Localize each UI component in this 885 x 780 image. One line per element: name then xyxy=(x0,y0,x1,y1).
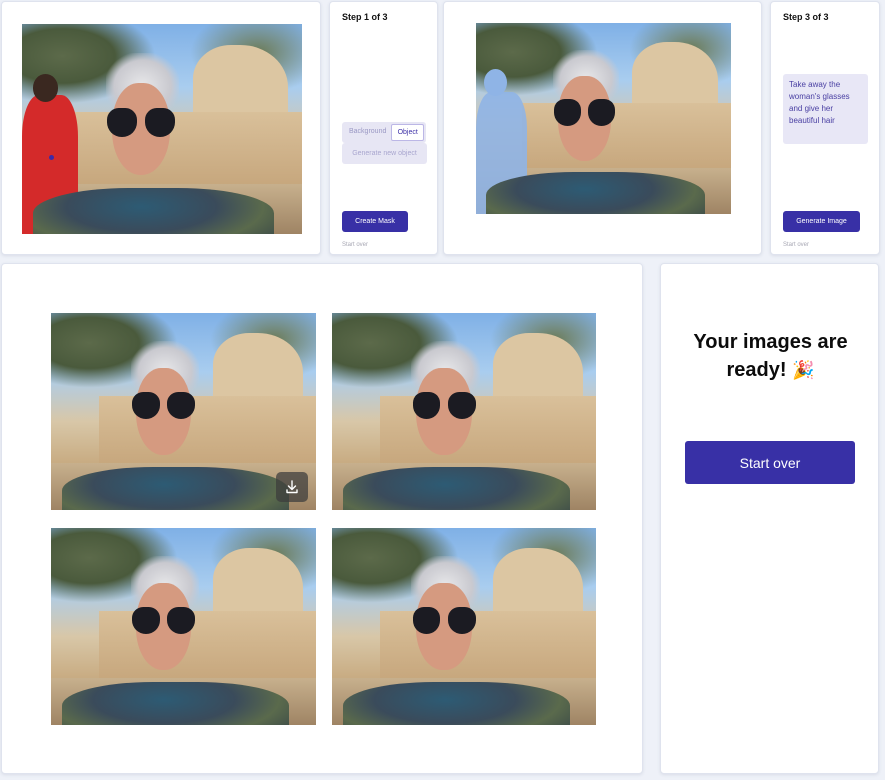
ready-title: Your images are ready! 🎉 xyxy=(661,328,880,384)
ready-title-line1: Your images are xyxy=(693,331,848,353)
masked-image-card xyxy=(443,1,762,255)
result-image-3[interactable] xyxy=(51,528,316,725)
party-popper-icon: 🎉 xyxy=(792,360,815,380)
result-image-4[interactable] xyxy=(332,528,596,725)
toggle-background-option[interactable]: Background xyxy=(344,124,391,141)
prompt-textarea[interactable]: Take away the woman's glasses and give h… xyxy=(783,74,868,144)
masked-photo xyxy=(476,23,731,214)
generate-new-object-button[interactable]: Generate new object xyxy=(342,143,427,164)
result-image-1[interactable] xyxy=(51,313,316,510)
step3-title: Step 3 of 3 xyxy=(783,12,829,22)
result-image-2[interactable] xyxy=(332,313,596,510)
mask-type-toggle[interactable]: Background Object xyxy=(342,122,426,143)
source-photo[interactable] xyxy=(22,24,302,234)
step1-start-over-link[interactable]: Start over xyxy=(342,242,368,248)
download-icon xyxy=(286,480,298,494)
start-over-button[interactable]: Start over xyxy=(685,441,855,484)
generate-image-button[interactable]: Generate Image xyxy=(783,211,860,232)
step3-controls-card: Step 3 of 3 Take away the woman's glasse… xyxy=(770,1,880,255)
results-card xyxy=(1,263,643,774)
step1-title: Step 1 of 3 xyxy=(342,12,388,22)
ready-panel: Your images are ready! 🎉 Start over xyxy=(660,263,879,774)
step1-controls-card: Step 1 of 3 Background Object Generate n… xyxy=(329,1,438,255)
selection-point-marker xyxy=(49,155,54,160)
toggle-object-option[interactable]: Object xyxy=(391,124,424,141)
ready-title-line2: ready! xyxy=(726,359,787,381)
source-image-card xyxy=(1,1,321,255)
step3-start-over-link[interactable]: Start over xyxy=(783,242,809,248)
download-button[interactable] xyxy=(276,472,308,502)
create-mask-button[interactable]: Create Mask xyxy=(342,211,408,232)
